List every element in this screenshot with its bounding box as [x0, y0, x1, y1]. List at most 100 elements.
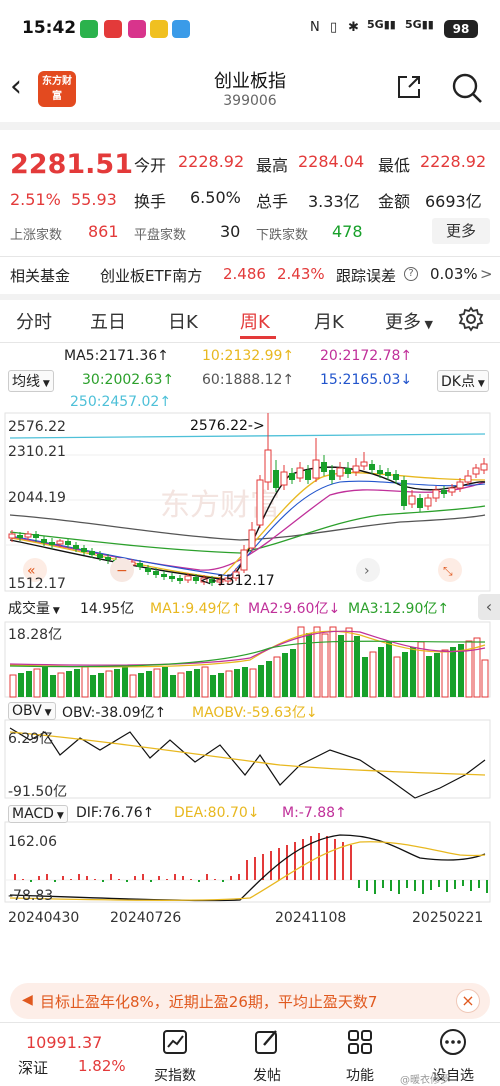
obv-select-label: OBV: [12, 703, 42, 719]
section-divider: [0, 122, 500, 130]
macd-select[interactable]: MACD ▼: [8, 805, 68, 823]
candle-body: [169, 576, 175, 579]
more-button[interactable]: 更多: [432, 218, 490, 244]
macd-bars-group: [14, 833, 488, 894]
search-icon[interactable]: [450, 71, 484, 105]
macd-bar: [422, 880, 424, 894]
collapse-panel-button[interactable]: ‹: [478, 594, 500, 620]
tab-daily-k[interactable]: 日K: [168, 308, 198, 334]
candle-body: [97, 554, 103, 558]
macd-bar: [446, 880, 448, 892]
volume-bar: [170, 675, 176, 697]
macd-bar: [70, 879, 72, 880]
macd-bar: [102, 880, 104, 882]
macd-bar: [38, 876, 40, 880]
volume-bar: [402, 652, 408, 697]
candle-body: [49, 542, 55, 545]
nav-buy-index[interactable]: 买指数: [140, 1027, 210, 1085]
volume-bar: [162, 667, 168, 697]
share-icon[interactable]: [395, 73, 423, 101]
indicator-select-label: 均线: [12, 374, 40, 390]
volume-axis-top: 18.28亿: [8, 627, 62, 643]
tab-intraday[interactable]: 分时: [16, 308, 52, 334]
macd-bar: [78, 874, 80, 880]
ma15-label: 15:2165.03↓: [320, 372, 413, 388]
candle-body: [153, 571, 159, 575]
min-marker: <-1512.17: [200, 573, 275, 589]
ma250-line: [9, 433, 486, 439]
candle-body: [105, 557, 111, 560]
price-axis-low: 2044.19: [8, 490, 66, 506]
dk-point-button[interactable]: DK点 ▼: [437, 370, 489, 392]
obv-select[interactable]: OBV ▼: [8, 702, 56, 720]
macd-bar: [182, 876, 184, 880]
fund-label: 相关基金: [10, 267, 71, 285]
nav-label: 买指数: [154, 1068, 196, 1084]
low-value: 2228.92: [420, 152, 487, 171]
candle-body: [296, 467, 304, 479]
candle-body: [184, 575, 192, 581]
volume-bar: [81, 666, 89, 698]
candle-body: [8, 533, 16, 539]
close-icon[interactable]: ×: [456, 989, 480, 1013]
volume-bar: [114, 669, 120, 697]
tracking-error-label: 跟踪误差: [336, 267, 397, 285]
volume-bar: [329, 626, 337, 698]
volume-bar: [369, 651, 377, 698]
info-icon[interactable]: ?: [404, 267, 418, 281]
tab-more[interactable]: 更多 ▼: [385, 308, 433, 334]
taobao-app-icon: [104, 20, 122, 38]
candle-body: [401, 480, 407, 506]
settings-gear-icon[interactable]: [458, 306, 484, 332]
index-ticker-pct[interactable]: 1.82%: [78, 1057, 126, 1075]
indicator-select[interactable]: 均线 ▼: [8, 370, 54, 392]
macd-bar: [94, 879, 96, 880]
volume-bar: [201, 666, 209, 698]
price-axis-mid: 2310.21: [8, 444, 66, 460]
volume-select-label: 成交量: [8, 601, 50, 617]
macd-bar: [334, 839, 336, 880]
macd-bar: [302, 839, 304, 880]
bottom-nav: 10991.37 深证 1.82% 买指数 发帖 功能 设自选 @暖衣修罗: [0, 1022, 500, 1086]
chart-icon: [163, 1030, 187, 1054]
candle-body: [193, 577, 199, 581]
nav-functions[interactable]: 功能: [325, 1027, 395, 1085]
volume-ma3: MA3:12.90亿↑: [348, 601, 450, 617]
tab-weekly-k[interactable]: 周K: [240, 308, 270, 334]
volume-select[interactable]: 成交量 ▼: [8, 598, 60, 618]
macd-bar: [454, 880, 456, 889]
candle-body: [161, 574, 167, 577]
volume-bar: [410, 647, 416, 697]
change-percent: 2.51%: [10, 190, 61, 209]
candle-body: [352, 465, 360, 473]
volume-bar: [105, 670, 113, 698]
promo-banner[interactable]: ◀ 目标止盈年化8%，近期止盈26期，平均止盈天数7 ×: [10, 983, 490, 1019]
tab-monthly-k[interactable]: 月K: [314, 308, 344, 334]
date-label: 20241108: [275, 910, 346, 926]
obv-axis-bottom: -91.50亿: [8, 784, 67, 800]
app-icon: [128, 20, 146, 38]
nav-post[interactable]: 发帖: [232, 1027, 302, 1085]
index-ticker-name[interactable]: 深证: [18, 1057, 48, 1078]
current-price: 2281.51: [10, 149, 133, 180]
volume-bar: [194, 669, 200, 697]
candle-body: [145, 568, 151, 572]
tab-five-day[interactable]: 五日: [90, 308, 126, 334]
kline-chart[interactable]: 东方财富 2576.22-> <-1512.17 « − › ⤡ 2576.22…: [0, 410, 500, 930]
volume-label: 总手: [256, 192, 289, 211]
candle-body: [377, 470, 383, 474]
fund-name: 创业板ETF南方: [100, 267, 203, 285]
index-ticker-value[interactable]: 10991.37: [26, 1033, 102, 1052]
candle-body: [472, 467, 480, 475]
volume-bar: [282, 653, 288, 697]
obv-line: [9, 727, 486, 799]
macd-bar: [262, 854, 264, 880]
header: ‹ 东方财富 创业板指 399006: [0, 55, 500, 115]
macd-bar: [294, 842, 296, 880]
candle-body: [56, 540, 64, 545]
related-fund-row[interactable]: 相关基金 创业板ETF南方 2.486 2.43% 跟踪误差 ? 0.03% >: [0, 258, 500, 292]
candle-body: [248, 529, 256, 549]
volume-bar: [210, 675, 216, 697]
candle-body: [177, 578, 183, 581]
candle-body: [312, 459, 320, 479]
